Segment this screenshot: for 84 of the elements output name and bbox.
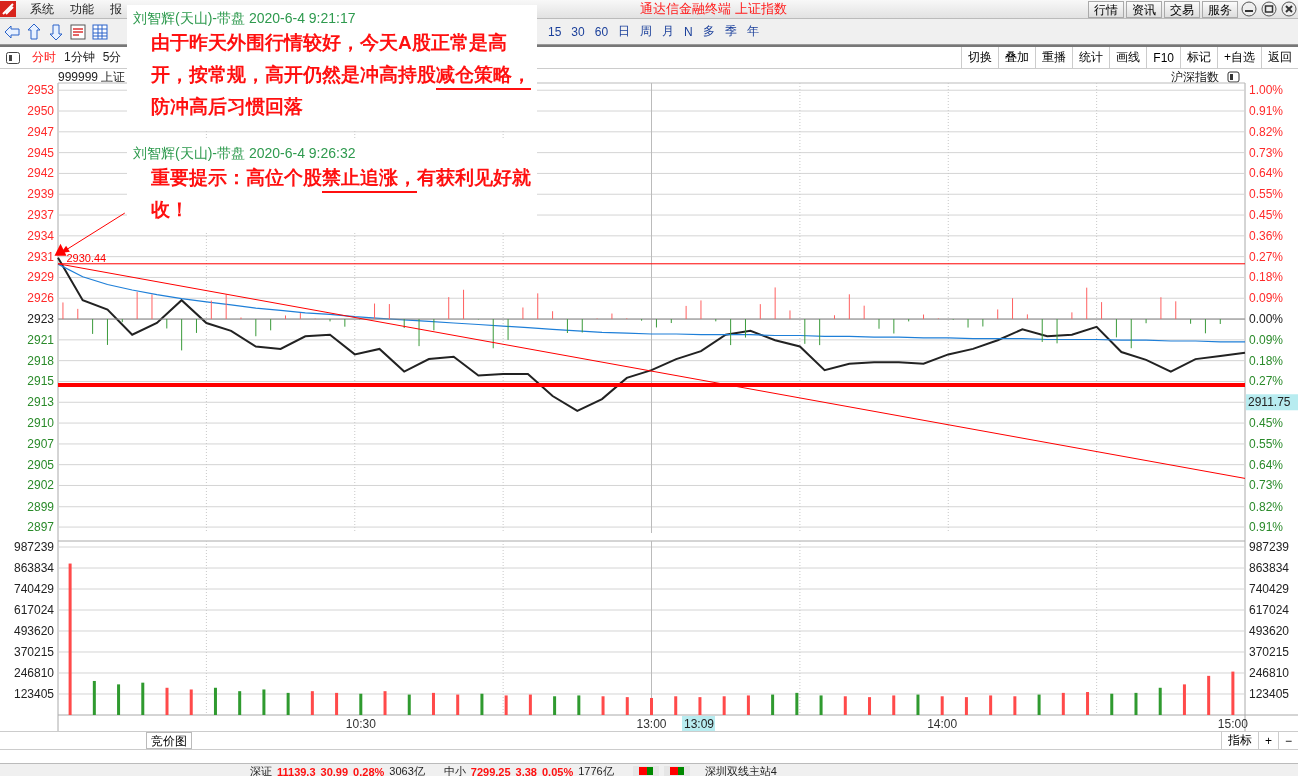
axis-label: 2921 — [27, 332, 54, 347]
axis-label: 246810 — [13, 666, 54, 680]
index-percent: 0.28% — [353, 765, 385, 776]
axis-label: 617024 — [1249, 603, 1290, 617]
percent-label: 0.09% — [1249, 291, 1284, 306]
percent-label: 0.27% — [1249, 249, 1284, 264]
comment-header: 刘智辉(天山)-带盘 2020-6-4 9:21:17 — [133, 9, 357, 27]
index-amount: 3063亿 — [389, 764, 425, 776]
axis-label: 2950 — [27, 104, 54, 118]
time-label: 15:00 — [1217, 717, 1248, 731]
price-label: 2930.44 — [66, 251, 107, 264]
percent-label: 0.45% — [1249, 416, 1284, 431]
axis-label: 2913 — [27, 395, 54, 410]
percent-label: 0.73% — [1249, 478, 1284, 493]
axis-label: 740429 — [13, 582, 54, 596]
axis-label: 493620 — [13, 624, 54, 638]
percent-label: 0.27% — [1249, 374, 1284, 389]
axis-label: 2929 — [27, 270, 54, 285]
percent-label: 0.55% — [1249, 436, 1284, 451]
percent-label: 0.55% — [1249, 187, 1284, 202]
axis-label: 246810 — [1249, 666, 1290, 680]
axis-label: 2945 — [27, 145, 54, 160]
axis-label: 863834 — [1249, 561, 1290, 575]
axis-label: 123405 — [1249, 687, 1290, 701]
percent-label: 0.91% — [1249, 520, 1284, 533]
axis-label: 370215 — [1249, 645, 1290, 659]
percent-label: 0.18% — [1249, 270, 1284, 285]
axis-label: 987239 — [13, 540, 54, 554]
axis-label: 2942 — [27, 166, 54, 181]
index-amount: 1776亿 — [578, 764, 614, 776]
axis-label: 2926 — [27, 291, 54, 306]
axis-label: 2937 — [27, 208, 54, 223]
axis-label: 123405 — [13, 687, 54, 701]
index-name: 中小 — [443, 764, 466, 776]
index-change: 30.99 — [320, 765, 349, 776]
time-label: 14:00 — [927, 717, 958, 731]
current-price-label: 2911.75 — [1246, 394, 1298, 411]
comment-text: 由于昨天外围行情较好，今天A股正常是高开，按常规，高开仍然是冲高持股减仓策略， 防冲高后习惯回落 — [151, 31, 532, 119]
percent-label: 0.82% — [1249, 499, 1284, 514]
time-label: 13:00 — [636, 717, 667, 731]
time-label: 10:30 — [345, 717, 376, 731]
percent-label: 0.73% — [1249, 145, 1284, 160]
percent-label: 0.64% — [1249, 457, 1284, 472]
axis-label: 2953 — [27, 83, 54, 98]
axis-label: 740429 — [1249, 582, 1290, 596]
percent-label: 0.09% — [1249, 332, 1284, 347]
percent-label: 0.00% — [1249, 312, 1284, 327]
cursor-time-label: 13:09 — [682, 716, 715, 731]
axis-label: 2918 — [27, 353, 54, 368]
percent-label: 0.45% — [1249, 208, 1284, 223]
index-value: 11139.3 — [277, 765, 316, 776]
window-title: 通达信金融终端 上证指数 — [640, 0, 788, 18]
comment-header: 刘智辉(天山)-带盘 2020-6-4 9:26:32 — [133, 144, 357, 162]
percent-label: 0.91% — [1249, 104, 1284, 118]
axis-label: 2947 — [27, 124, 54, 139]
server-label: 深圳双线主站4 — [704, 764, 777, 776]
axis-label: 2939 — [27, 187, 54, 202]
axis-label: 863834 — [13, 561, 54, 575]
axis-label: 2923 — [27, 312, 54, 327]
index-name: 深证 — [250, 764, 272, 776]
axis-label: 2934 — [27, 228, 54, 243]
axis-label: 2915 — [27, 374, 54, 389]
axis-label: 2899 — [27, 499, 54, 514]
axis-label: 2907 — [27, 436, 54, 451]
axis-label: 2902 — [27, 478, 54, 493]
axis-label: 617024 — [13, 603, 54, 617]
axis-label: 987239 — [1249, 540, 1290, 554]
axis-label: 370215 — [13, 645, 54, 659]
percent-label: 0.18% — [1249, 353, 1284, 368]
overlay-label: 沪深指数 — [1171, 70, 1219, 84]
index-percent: 0.05% — [541, 765, 574, 776]
index-value: 7299.25 — [470, 765, 511, 776]
symbol-label: 999999 上证 — [58, 70, 126, 84]
percent-label: 0.82% — [1249, 124, 1284, 139]
axis-label: 2931 — [27, 249, 54, 264]
percent-label: 1.00% — [1249, 83, 1284, 98]
percent-label: 0.36% — [1249, 228, 1284, 243]
index-change: 3.38 — [515, 765, 537, 776]
axis-label: 2905 — [27, 457, 54, 472]
axis-label: 2897 — [27, 520, 54, 533]
axis-label: 2910 — [27, 416, 54, 431]
percent-label: 0.64% — [1249, 166, 1284, 181]
comment-text: 重要提示：高位个股禁止追涨，有获利见好就收！ — [151, 166, 532, 222]
axis-label: 493620 — [1249, 624, 1290, 638]
